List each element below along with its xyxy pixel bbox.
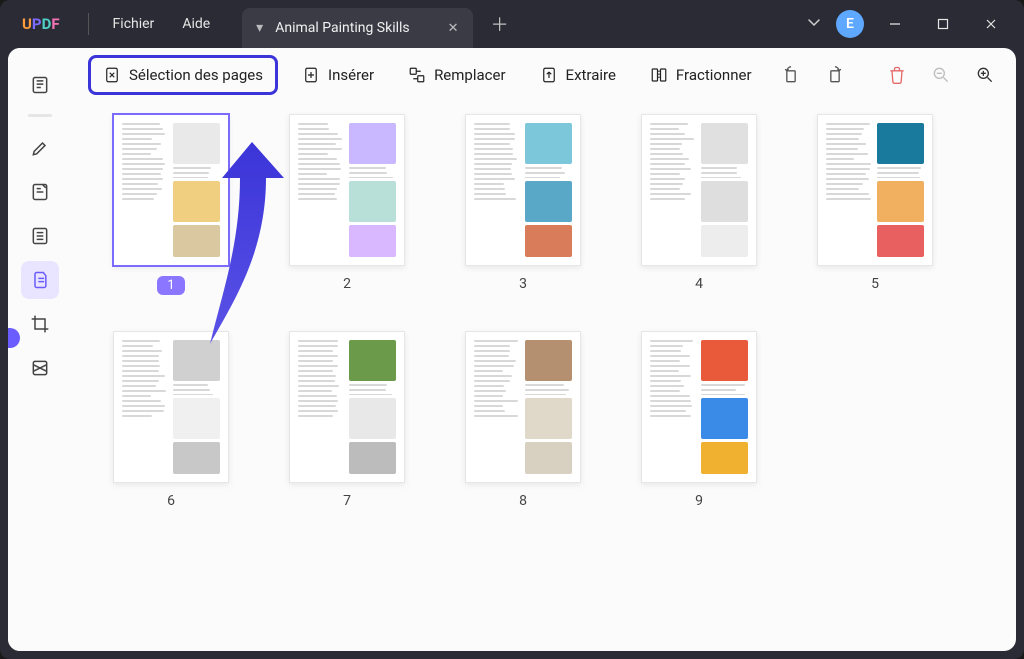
app-window: UPDF Fichier Aide ▾ Animal Painting Skil… (0, 0, 1024, 659)
app-logo: UPDF (22, 15, 60, 33)
rail-watermark-icon[interactable] (21, 349, 59, 387)
page-number: 2 (343, 276, 351, 292)
delete-button[interactable] (882, 60, 912, 90)
extract-button[interactable]: Extraire (530, 60, 626, 90)
insert-button[interactable]: Insérer (292, 60, 384, 90)
page-cell: 4 (624, 114, 774, 295)
thumbnail-grid: 1 2 3 4 5 6 7 8 9 (96, 114, 992, 509)
page-thumbnail[interactable] (465, 114, 581, 266)
split-label: Fractionner (676, 66, 752, 84)
rail-pages-icon[interactable] (21, 261, 59, 299)
page-cell: 5 (800, 114, 950, 295)
rotate-left-button[interactable] (776, 60, 806, 90)
split-button[interactable]: Fractionner (640, 60, 762, 90)
window-minimize-button[interactable] (878, 10, 912, 38)
page-cell: 8 (448, 331, 598, 509)
page-number: 7 (343, 493, 351, 509)
page-thumbnail[interactable] (465, 331, 581, 483)
rail-crop-icon[interactable] (21, 305, 59, 343)
page-number: 6 (167, 493, 175, 509)
separator (88, 13, 89, 35)
page-thumbnail[interactable] (289, 331, 405, 483)
rail-annotate-icon[interactable] (21, 173, 59, 211)
page-cell: 9 (624, 331, 774, 509)
page-number: 9 (695, 493, 703, 509)
rail-edit-icon[interactable] (21, 129, 59, 167)
page-thumbnail[interactable] (289, 114, 405, 266)
titlebar: UPDF Fichier Aide ▾ Animal Painting Skil… (0, 0, 1024, 48)
document-tab[interactable]: ▾ Animal Painting Skills ✕ (242, 8, 472, 48)
window-maximize-button[interactable] (926, 10, 960, 38)
tab-title: Animal Painting Skills (275, 20, 409, 36)
separator (28, 114, 52, 117)
page-number: 1 (157, 276, 184, 295)
window-close-button[interactable] (974, 10, 1008, 38)
replace-button[interactable]: Remplacer (398, 60, 515, 90)
page-cell: 7 (272, 331, 422, 509)
zoom-in-button[interactable] (970, 60, 1000, 90)
select-pages-label: Sélection des pages (129, 66, 263, 84)
select-pages-button[interactable]: Sélection des pages (88, 55, 278, 95)
content: Sélection des pages Insérer Remplacer Ex… (8, 48, 1016, 651)
main-area: Sélection des pages Insérer Remplacer Ex… (72, 48, 1016, 651)
thumbnail-grid-area[interactable]: 1 2 3 4 5 6 7 8 9 (72, 102, 1016, 651)
page-number: 8 (519, 493, 527, 509)
user-avatar[interactable]: E (836, 10, 864, 38)
rail-form-icon[interactable] (21, 217, 59, 255)
menu-file[interactable]: Fichier (99, 16, 169, 32)
page-cell: 3 (448, 114, 598, 295)
sidebar (8, 48, 72, 651)
page-toolbar: Sélection des pages Insérer Remplacer Ex… (72, 48, 1016, 102)
page-cell: 2 (272, 114, 422, 295)
zoom-out-button[interactable] (926, 60, 956, 90)
extract-label: Extraire (566, 66, 616, 84)
tab-dropdown-icon[interactable]: ▾ (256, 20, 263, 36)
rotate-right-button[interactable] (820, 60, 850, 90)
page-number: 4 (695, 276, 703, 292)
replace-label: Remplacer (434, 66, 505, 84)
tab-close-icon[interactable]: ✕ (448, 21, 459, 36)
page-cell: 1 (96, 114, 246, 295)
insert-label: Insérer (328, 66, 374, 84)
rail-thumbnails-icon[interactable] (21, 66, 59, 104)
page-number: 5 (871, 276, 879, 292)
window-menu-icon[interactable] (806, 14, 822, 34)
page-cell: 6 (96, 331, 246, 509)
page-thumbnail[interactable] (641, 331, 757, 483)
page-thumbnail[interactable] (113, 331, 229, 483)
new-tab-button[interactable]: ＋ (473, 11, 527, 37)
menu-help[interactable]: Aide (168, 16, 224, 32)
page-thumbnail[interactable] (641, 114, 757, 266)
page-number: 3 (519, 276, 527, 292)
page-thumbnail[interactable] (817, 114, 933, 266)
page-thumbnail[interactable] (113, 114, 229, 266)
